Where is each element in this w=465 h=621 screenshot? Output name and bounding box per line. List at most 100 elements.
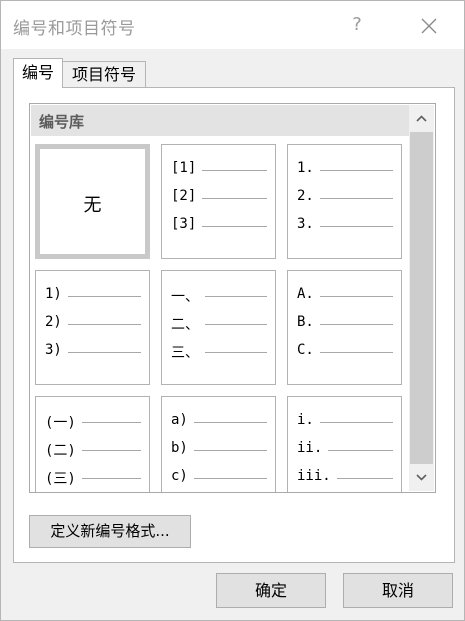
scroll-down-button[interactable] [409,464,434,491]
tile-sample-rule [202,198,267,199]
tile-sample-rule [320,226,393,227]
tile-sample-rule [68,324,141,325]
tile-sample-rule [82,422,141,423]
tile-number-label: 2) [45,314,62,330]
chevron-down-icon [416,474,427,481]
library-header: 编号库 [31,105,409,136]
tile-sample-rule [194,422,267,423]
tile-number-label: 一、 [171,289,199,305]
numbering-style-tile[interactable]: A. B. C. [287,270,402,385]
library-header-label: 编号库 [39,113,85,131]
tile-sample-rule [82,478,141,479]
numbering-style-tile[interactable]: 1. 2. 3. [287,144,402,259]
tile-number-label: [3] [171,216,197,232]
tile-sample-rule [320,198,393,199]
tile-number-label: ii. [297,440,323,456]
tile-sample-rule [205,352,267,353]
tab-numbering[interactable]: 编号 [13,58,63,88]
tile-sample-line: 2. [297,188,397,208]
tile-sample-rule [68,352,141,353]
tile-sample-line: iii. [297,468,397,488]
tile-sample-line: A. [297,286,397,306]
tile-sample-rule [202,226,267,227]
tile-number-label: [2] [171,188,197,204]
cancel-button[interactable]: 取消 [343,573,453,608]
tile-sample-line: a) [171,412,271,432]
tile-sample-rule [320,170,393,171]
numbering-style-tile[interactable]: i. ii. iii. [287,396,402,492]
tile-face: 无 [40,149,145,254]
tile-number-label: iii. [297,468,331,484]
tile-number-label: 1) [45,286,62,302]
tile-sample-line: 三、 [171,342,271,362]
tile-sample-rule [205,296,267,297]
tile-sample-line: ii. [297,440,397,460]
numbering-style-tile[interactable]: 无 [35,144,150,259]
tile-number-label: C. [297,342,314,358]
tile-number-label: 2. [297,188,314,204]
vertical-scrollbar[interactable] [409,105,434,491]
numbering-style-tile[interactable]: (一) (二) (三) [35,396,150,492]
close-button[interactable] [409,7,449,43]
tile-sample-line: (一) [45,412,145,432]
tile-sample-line: (二) [45,440,145,460]
numbering-dialog: 编号和项目符号 ? 编号 项目符号 编号库 无 [1] [2] [3] 1. 2. 3. 1)… [0,0,465,621]
tile-sample-rule [320,352,393,353]
tile-sample-line: 2) [45,314,145,334]
tile-sample-line: i. [297,412,397,432]
tile-number-label: (三) [45,471,76,487]
tile-sample-rule [82,450,141,451]
tile-number-label: a) [171,412,188,428]
tile-sample-rule [320,324,393,325]
tile-sample-line: (三) [45,468,145,488]
tile-sample-line: 3. [297,216,397,236]
define-new-format-button[interactable]: 定义新编号格式... [29,515,191,548]
scroll-thumb[interactable] [410,132,433,464]
tile-sample-rule [202,170,267,171]
tile-number-label: 3) [45,342,62,358]
tile-sample-line: b) [171,440,271,460]
tile-sample-line: 一、 [171,286,271,306]
tile-sample-line: 3) [45,342,145,362]
numbering-library: 编号库 无 [1] [2] [3] 1. 2. 3. 1) 2) 3) 一、二、三、 A. B. C. (一… [29,103,436,493]
tile-number-label: A. [297,286,314,302]
tile-sample-rule [68,296,141,297]
numbering-style-tile[interactable]: 1) 2) 3) [35,270,150,385]
help-button[interactable]: ? [339,9,375,41]
tile-number-label: (二) [45,443,76,459]
numbering-style-tile[interactable]: a) b) c) [161,396,276,492]
tile-number-label: b) [171,440,188,456]
tile-sample-rule [328,450,393,451]
tile-sample-rule [320,296,393,297]
scroll-up-button[interactable] [409,105,434,132]
tile-sample-rule [320,422,393,423]
tile-sample-rule [205,324,267,325]
close-icon [421,18,437,34]
tile-sample-line: [1] [171,160,271,180]
tile-none-label: 无 [83,195,102,216]
tile-number-label: (一) [45,415,76,431]
window-title: 编号和项目符号 [13,19,136,39]
tile-number-label: 1. [297,160,314,176]
tile-sample-line: 1) [45,286,145,306]
tile-number-label: c) [171,468,188,484]
numbering-style-tile[interactable]: [1] [2] [3] [161,144,276,259]
numbering-tab-panel: 编号库 无 [1] [2] [3] 1. 2. 3. 1) 2) 3) 一、二、三、 A. B. C. (一… [13,87,455,563]
numbering-style-tile[interactable]: 一、 二、 三、 [161,270,276,385]
tile-sample-line: [2] [171,188,271,208]
tile-sample-line: [3] [171,216,271,236]
tile-sample-line: C. [297,342,397,362]
tile-sample-rule [194,450,267,451]
tile-number-label: [1] [171,160,197,176]
tile-number-label: B. [297,314,314,330]
tab-bullets[interactable]: 项目符号 [62,61,146,88]
tile-number-label: 三、 [171,345,199,361]
tile-sample-line: B. [297,314,397,334]
tile-sample-rule [337,478,393,479]
ok-button[interactable]: 确定 [216,573,326,608]
tile-sample-line: 二、 [171,314,271,334]
chevron-up-icon [416,115,427,122]
tile-number-label: i. [297,412,314,428]
tile-sample-rule [194,478,267,479]
title-bar: 编号和项目符号 ? [1,1,464,49]
